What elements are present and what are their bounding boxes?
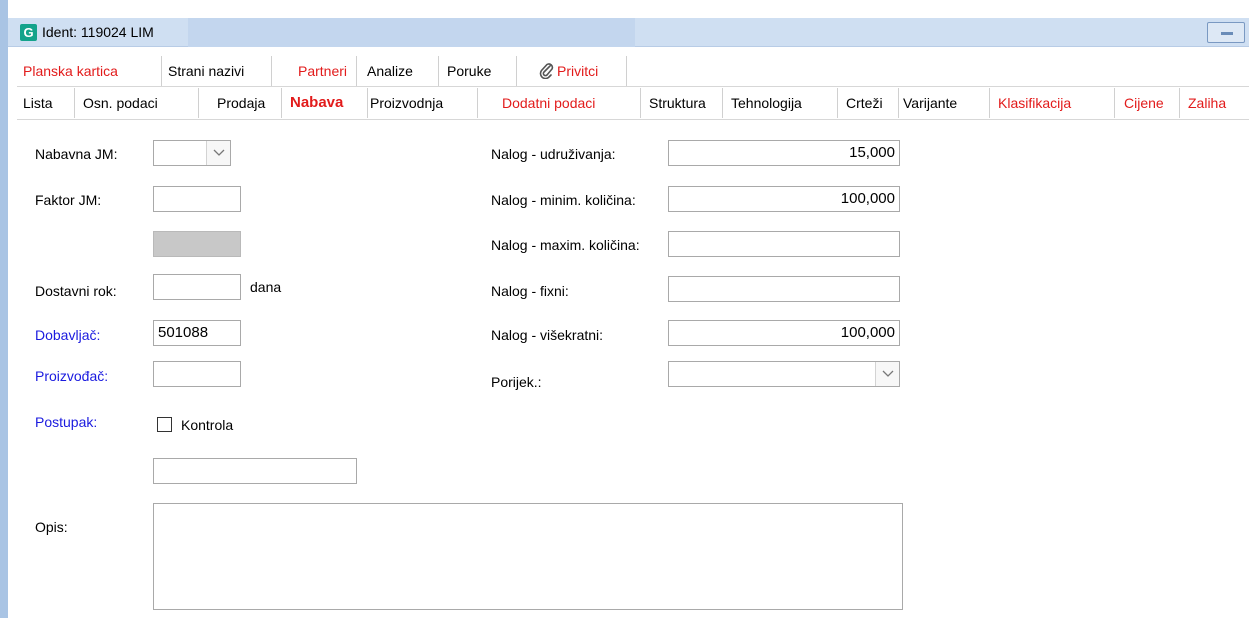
nalog-visekratni-field[interactable]: 100,000 — [668, 320, 900, 346]
tab-proizvodnja[interactable]: Proizvodnja — [368, 88, 478, 118]
nabavna-jm-label: Nabavna JM: — [35, 146, 118, 162]
tab-klasifikacija[interactable]: Klasifikacija — [990, 88, 1115, 118]
tab-row-divider — [17, 86, 1249, 87]
dostavni-rok-unit: dana — [250, 279, 282, 295]
tab-analize[interactable]: Analize — [357, 56, 439, 86]
tab-planska-kartica[interactable]: Planska kartica — [17, 56, 162, 86]
tab-label: Proizvodnja — [370, 95, 444, 111]
nalog-maxim-field[interactable] — [668, 231, 900, 257]
chevron-down-icon — [213, 149, 225, 156]
tab-label: Crteži — [846, 95, 883, 111]
tab-label: Dodatni podaci — [502, 95, 596, 111]
tab-label: Tehnologija — [731, 95, 802, 111]
tab-label: Poruke — [447, 63, 492, 79]
opis-label: Opis: — [35, 519, 68, 535]
nalog-minim-field[interactable]: 100,000 — [668, 186, 900, 212]
title-bar: G Ident: 119024 LIM — [8, 18, 1249, 47]
tab-strani-nazivi[interactable]: Strani nazivi — [162, 56, 272, 86]
tab-label: Analize — [367, 63, 413, 79]
nabavna-jm-select[interactable] — [153, 140, 231, 166]
tab-label: Cijene — [1124, 95, 1164, 111]
faktor-jm-field[interactable] — [153, 186, 241, 212]
dropdown-button[interactable] — [875, 362, 899, 386]
nalog-udruzivanja-field[interactable]: 15,000 — [668, 140, 900, 166]
porijek-select[interactable] — [668, 361, 900, 387]
window-title: Ident: 119024 LIM — [42, 24, 154, 40]
minimize-icon — [1221, 32, 1233, 35]
tab-label: Struktura — [649, 95, 706, 111]
tab-nabava[interactable]: Nabava — [282, 88, 368, 118]
postupak-link[interactable]: Postupak: — [35, 414, 97, 430]
tab-tehnologija[interactable]: Tehnologija — [723, 88, 838, 118]
porijek-label: Porijek.: — [491, 374, 542, 390]
tab-osn-podaci[interactable]: Osn. podaci — [75, 88, 199, 118]
dobavljac-field[interactable]: 501088 — [153, 320, 241, 346]
disabled-field — [153, 231, 241, 257]
tab-partneri[interactable]: Partneri — [272, 56, 357, 86]
nalog-fixni-field[interactable] — [668, 276, 900, 302]
tab-label: Planska kartica — [23, 63, 118, 79]
nalog-minim-label: Nalog - minim. količina: — [491, 192, 636, 208]
kontrola-label: Kontrola — [181, 417, 234, 433]
tab-label: Klasifikacija — [998, 95, 1072, 111]
tab-zaliha[interactable]: Zaliha — [1180, 88, 1249, 118]
tab-label: Privitci — [557, 63, 599, 79]
proizvodac-field[interactable] — [153, 361, 241, 387]
dobavljac-link[interactable]: Dobavljač: — [35, 327, 100, 343]
tab-label: Strani nazivi — [168, 63, 245, 79]
dostavni-rok-field[interactable] — [153, 274, 241, 300]
window-left-edge — [0, 0, 8, 618]
tab-dodatni-podaci[interactable]: Dodatni podaci — [478, 88, 641, 118]
tab-lista[interactable]: Lista — [17, 88, 75, 118]
dropdown-button[interactable] — [206, 141, 230, 165]
tab-label: Zaliha — [1188, 95, 1227, 111]
nalog-maxim-label: Nalog - maxim. količina: — [491, 237, 640, 253]
title-bar-highlight — [188, 18, 635, 47]
tab-label: Nabava — [290, 94, 344, 111]
nalog-fixni-label: Nalog - fixni: — [491, 283, 569, 299]
tab-label: Osn. podaci — [83, 95, 158, 111]
tab-label: Varijante — [903, 95, 958, 111]
dostavni-rok-label: Dostavni rok: — [35, 283, 117, 299]
tab-poruke[interactable]: Poruke — [439, 56, 517, 86]
tab-crtezi[interactable]: Crteži — [838, 88, 899, 118]
kontrola-checkbox[interactable] — [157, 417, 172, 432]
tab-varijante[interactable]: Varijante — [899, 88, 990, 118]
tab-prodaja[interactable]: Prodaja — [199, 88, 282, 118]
postupak-field[interactable] — [153, 458, 357, 484]
tab-privitci[interactable]: Privitci — [517, 56, 627, 86]
chevron-down-icon — [882, 370, 894, 377]
tab-struktura[interactable]: Struktura — [641, 88, 723, 118]
tab-label: Prodaja — [217, 95, 266, 111]
nalog-visekratni-label: Nalog - višekratni: — [491, 327, 604, 343]
paperclip-icon — [539, 59, 555, 80]
tab-cijene[interactable]: Cijene — [1115, 88, 1180, 118]
tab-label: Partneri — [298, 63, 348, 79]
proizvodac-link[interactable]: Proizvođač: — [35, 368, 108, 384]
minimize-button[interactable] — [1207, 22, 1245, 43]
tab-label: Lista — [23, 95, 53, 111]
opis-textarea[interactable] — [153, 503, 903, 610]
faktor-jm-label: Faktor JM: — [35, 192, 102, 208]
nalog-udruzivanja-label: Nalog - udruživanja: — [491, 146, 616, 162]
app-logo-icon: G — [20, 24, 37, 41]
tab-row-divider — [17, 119, 1249, 120]
